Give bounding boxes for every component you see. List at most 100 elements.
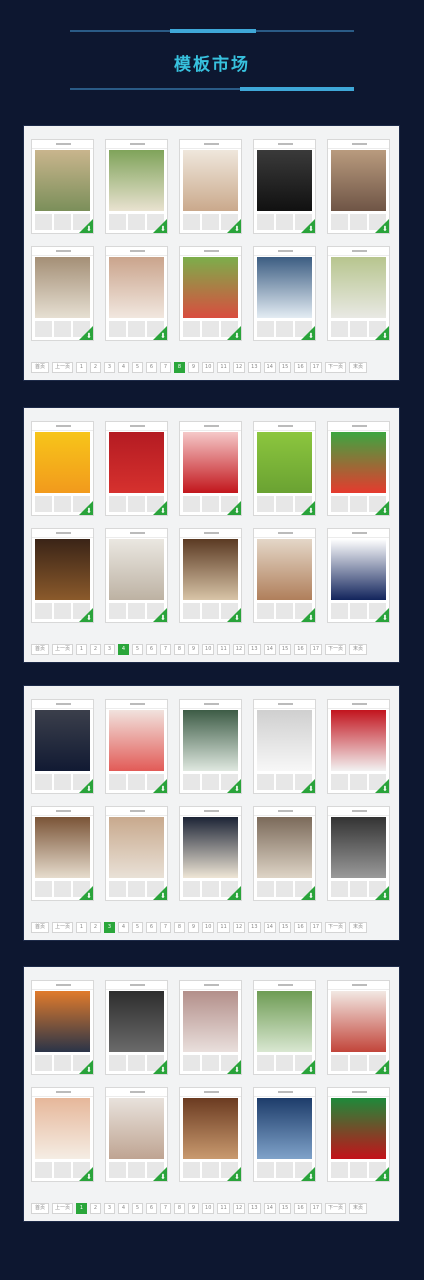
page-number-button[interactable]: 5 bbox=[132, 644, 144, 655]
page-number-button[interactable]: 2 bbox=[90, 1203, 102, 1214]
template-card[interactable]: ⬇ bbox=[253, 806, 316, 901]
page-number-button[interactable]: 11 bbox=[217, 362, 230, 373]
page-number-button[interactable]: 14 bbox=[263, 362, 276, 373]
page-number-button[interactable]: 12 bbox=[232, 362, 246, 373]
page-number-button[interactable]: 11 bbox=[217, 1203, 230, 1214]
next-page-button[interactable]: 下一页 bbox=[325, 362, 347, 373]
template-card[interactable]: ⬇ bbox=[105, 1087, 168, 1182]
template-card[interactable]: ⬇ bbox=[105, 528, 168, 623]
template-card[interactable]: ⬇ bbox=[31, 980, 94, 1075]
page-number-button[interactable]: 12 bbox=[232, 644, 246, 655]
page-number-button[interactable]: 16 bbox=[294, 1203, 307, 1214]
template-card[interactable]: ⬇ bbox=[105, 139, 168, 234]
page-number-button[interactable]: 6 bbox=[146, 922, 158, 933]
page-number-button[interactable]: 14 bbox=[263, 644, 276, 655]
page-number-button[interactable]: 3 bbox=[104, 922, 116, 933]
next-page-button[interactable]: 下一页 bbox=[325, 644, 347, 655]
prev-page-button[interactable]: 上一页 bbox=[52, 362, 74, 373]
last-page-button[interactable]: 末页 bbox=[349, 922, 368, 933]
template-card[interactable]: ⬇ bbox=[327, 1087, 390, 1182]
page-number-button[interactable]: 7 bbox=[160, 362, 172, 373]
template-card[interactable]: ⬇ bbox=[179, 980, 242, 1075]
template-card[interactable]: ⬇ bbox=[253, 421, 316, 516]
page-number-button[interactable]: 9 bbox=[188, 644, 200, 655]
page-number-button[interactable]: 8 bbox=[174, 644, 186, 655]
page-number-button[interactable]: 1 bbox=[76, 922, 88, 933]
first-page-button[interactable]: 首页 bbox=[31, 362, 49, 373]
page-number-button[interactable]: 9 bbox=[188, 362, 200, 373]
page-number-button[interactable]: 8 bbox=[174, 362, 186, 373]
template-card[interactable]: ⬇ bbox=[327, 421, 390, 516]
template-card[interactable]: ⬇ bbox=[253, 1087, 316, 1182]
template-card[interactable]: ⬇ bbox=[31, 1087, 94, 1182]
template-card[interactable]: ⬇ bbox=[31, 421, 94, 516]
page-number-button[interactable]: 17 bbox=[309, 1203, 323, 1214]
template-card[interactable]: ⬇ bbox=[253, 528, 316, 623]
template-card[interactable]: ⬇ bbox=[179, 246, 242, 341]
template-card[interactable]: ⬇ bbox=[327, 528, 390, 623]
template-card[interactable]: ⬇ bbox=[31, 246, 94, 341]
template-card[interactable]: ⬇ bbox=[179, 699, 242, 794]
page-number-button[interactable]: 17 bbox=[309, 644, 323, 655]
page-number-button[interactable]: 16 bbox=[294, 362, 307, 373]
template-card[interactable]: ⬇ bbox=[105, 699, 168, 794]
page-number-button[interactable]: 17 bbox=[309, 362, 323, 373]
page-number-button[interactable]: 10 bbox=[202, 1203, 215, 1214]
first-page-button[interactable]: 首页 bbox=[31, 922, 49, 933]
page-number-button[interactable]: 13 bbox=[248, 922, 261, 933]
page-number-button[interactable]: 3 bbox=[104, 644, 116, 655]
first-page-button[interactable]: 首页 bbox=[31, 1203, 49, 1214]
page-number-button[interactable]: 10 bbox=[202, 922, 215, 933]
page-number-button[interactable]: 13 bbox=[248, 644, 261, 655]
template-card[interactable]: ⬇ bbox=[179, 1087, 242, 1182]
page-number-button[interactable]: 5 bbox=[132, 922, 144, 933]
page-number-button[interactable]: 6 bbox=[146, 362, 158, 373]
page-number-button[interactable]: 12 bbox=[232, 1203, 246, 1214]
template-card[interactable]: ⬇ bbox=[105, 246, 168, 341]
page-number-button[interactable]: 16 bbox=[294, 922, 307, 933]
page-number-button[interactable]: 7 bbox=[160, 922, 172, 933]
page-number-button[interactable]: 10 bbox=[202, 362, 215, 373]
template-card[interactable]: ⬇ bbox=[31, 806, 94, 901]
template-card[interactable]: ⬇ bbox=[179, 421, 242, 516]
page-number-button[interactable]: 2 bbox=[90, 922, 102, 933]
page-number-button[interactable]: 15 bbox=[278, 362, 292, 373]
page-number-button[interactable]: 9 bbox=[188, 922, 200, 933]
template-card[interactable]: ⬇ bbox=[31, 528, 94, 623]
page-number-button[interactable]: 3 bbox=[104, 1203, 116, 1214]
prev-page-button[interactable]: 上一页 bbox=[52, 922, 74, 933]
page-number-button[interactable]: 14 bbox=[263, 1203, 276, 1214]
page-number-button[interactable]: 17 bbox=[309, 922, 323, 933]
prev-page-button[interactable]: 上一页 bbox=[52, 1203, 74, 1214]
page-number-button[interactable]: 11 bbox=[217, 922, 230, 933]
page-number-button[interactable]: 3 bbox=[104, 362, 116, 373]
page-number-button[interactable]: 6 bbox=[146, 644, 158, 655]
page-number-button[interactable]: 15 bbox=[278, 644, 292, 655]
page-number-button[interactable]: 14 bbox=[263, 922, 276, 933]
page-number-button[interactable]: 1 bbox=[76, 644, 88, 655]
page-number-button[interactable]: 13 bbox=[248, 362, 261, 373]
template-card[interactable]: ⬇ bbox=[179, 806, 242, 901]
template-card[interactable]: ⬇ bbox=[31, 139, 94, 234]
template-card[interactable]: ⬇ bbox=[31, 699, 94, 794]
page-number-button[interactable]: 4 bbox=[118, 362, 130, 373]
page-number-button[interactable]: 6 bbox=[146, 1203, 158, 1214]
page-number-button[interactable]: 16 bbox=[294, 644, 307, 655]
page-number-button[interactable]: 2 bbox=[90, 362, 102, 373]
template-card[interactable]: ⬇ bbox=[327, 139, 390, 234]
next-page-button[interactable]: 下一页 bbox=[325, 922, 347, 933]
page-number-button[interactable]: 4 bbox=[118, 922, 130, 933]
page-number-button[interactable]: 9 bbox=[188, 1203, 200, 1214]
page-number-button[interactable]: 7 bbox=[160, 1203, 172, 1214]
template-card[interactable]: ⬇ bbox=[253, 246, 316, 341]
template-card[interactable]: ⬇ bbox=[179, 528, 242, 623]
page-number-button[interactable]: 10 bbox=[202, 644, 215, 655]
last-page-button[interactable]: 末页 bbox=[349, 1203, 368, 1214]
page-number-button[interactable]: 1 bbox=[76, 1203, 88, 1214]
template-card[interactable]: ⬇ bbox=[327, 699, 390, 794]
template-card[interactable]: ⬇ bbox=[327, 980, 390, 1075]
page-number-button[interactable]: 8 bbox=[174, 1203, 186, 1214]
template-card[interactable]: ⬇ bbox=[105, 806, 168, 901]
first-page-button[interactable]: 首页 bbox=[31, 644, 49, 655]
page-number-button[interactable]: 1 bbox=[76, 362, 88, 373]
